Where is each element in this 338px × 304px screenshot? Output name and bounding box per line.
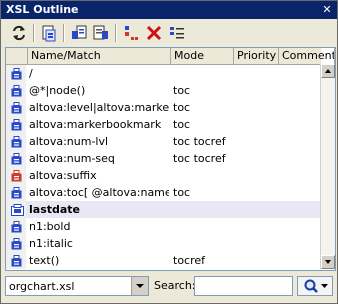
table-row[interactable]: /	[6, 65, 321, 82]
row-name: @*|node()	[29, 84, 86, 97]
table-row[interactable]: altova:num-lvl toc tocref	[6, 133, 321, 150]
window-title: XSL Outline	[6, 3, 79, 16]
table-row[interactable]: altova:num-seq toc tocref	[6, 150, 321, 167]
named-template-icon	[11, 204, 24, 216]
template-icon	[11, 238, 22, 250]
list-options-icon[interactable]	[167, 23, 187, 43]
row-name: altova:level|altova:marker|altova	[29, 101, 169, 114]
file-select-value: orgchart.xsl	[9, 280, 75, 293]
row-name: altova:num-lvl	[29, 135, 109, 148]
search-input[interactable]	[194, 276, 293, 296]
row-mode: toc	[173, 186, 191, 199]
assign-icon[interactable]	[69, 23, 89, 43]
search-label: Search:	[154, 279, 196, 292]
table-row[interactable]: altova:level|altova:marker|altova toc	[6, 99, 321, 116]
table-row[interactable]: text() tocref	[6, 252, 321, 269]
table-row[interactable]: altova:suffix	[6, 167, 321, 184]
table-body: /@*|node()tocaltova:level|altova:marker|…	[6, 65, 321, 269]
close-icon[interactable]: ✕	[320, 3, 334, 16]
goto-icon[interactable]	[91, 23, 111, 43]
file-select[interactable]: orgchart.xsl	[5, 276, 149, 296]
row-name: lastdate	[29, 203, 81, 216]
vertical-scrollbar[interactable]	[320, 64, 335, 269]
row-mode: toc	[173, 101, 191, 114]
template-icon	[11, 221, 22, 233]
table-row[interactable]: lastdate	[6, 201, 321, 218]
table-row[interactable]: n1:italic	[6, 235, 321, 252]
row-name: text()	[29, 254, 60, 267]
row-mode: toc	[173, 118, 191, 131]
new-template-icon[interactable]	[39, 23, 59, 43]
template-icon	[11, 187, 22, 199]
row-mode: toc tocref	[173, 152, 226, 165]
template-icon	[11, 68, 22, 80]
toolbar	[1, 20, 337, 46]
scroll-up-icon[interactable]	[321, 64, 335, 78]
row-name: altova:markerbookmark	[29, 118, 162, 131]
template-icon	[11, 102, 22, 114]
table-header: Name/Match Mode Priority Comment	[6, 48, 335, 65]
sync-icon[interactable]	[9, 23, 29, 43]
sort-icon[interactable]	[121, 23, 141, 43]
table-row[interactable]: altova:toc[ @altova:name = 'l toc	[6, 184, 321, 201]
delete-icon[interactable]	[144, 23, 164, 43]
header-gutter	[6, 48, 28, 64]
template-icon	[11, 153, 22, 165]
xsl-outline-window: XSL Outline ✕ Name/Match Mode Priority C…	[0, 0, 338, 304]
row-mode: toc tocref	[173, 135, 226, 148]
row-name: altova:toc[ @altova:name = 'l	[29, 186, 169, 199]
column-header-priority[interactable]: Priority	[234, 48, 279, 64]
row-name: altova:num-seq	[29, 152, 115, 165]
search-icon	[304, 279, 328, 293]
title-bar: XSL Outline ✕	[1, 1, 337, 19]
row-name: n1:italic	[29, 237, 73, 250]
row-mode: toc	[173, 84, 191, 97]
bottom-bar: orgchart.xsl Search:	[1, 273, 337, 301]
row-name: /	[29, 67, 33, 80]
template-icon	[11, 255, 22, 267]
outline-table: Name/Match Mode Priority Comment / @*|nod…	[5, 47, 336, 271]
row-name: altova:suffix	[29, 169, 97, 182]
chevron-down-icon[interactable]	[131, 277, 148, 295]
column-header-name[interactable]: Name/Match	[28, 48, 171, 64]
row-mode: tocref	[173, 254, 206, 267]
template-icon	[11, 136, 22, 148]
column-header-comment[interactable]: Comment	[279, 48, 335, 64]
table-row[interactable]: n1:bold	[6, 218, 321, 235]
scroll-down-icon[interactable]	[321, 255, 335, 269]
template-icon	[11, 119, 22, 131]
table-row[interactable]: altova:markerbookmark toc	[6, 116, 321, 133]
search-button[interactable]	[297, 276, 333, 296]
table-row[interactable]: @*|node() toc	[6, 82, 321, 99]
template-icon	[11, 85, 22, 97]
column-header-mode[interactable]: Mode	[171, 48, 234, 64]
row-name: n1:bold	[29, 220, 71, 233]
template-icon	[11, 170, 22, 182]
